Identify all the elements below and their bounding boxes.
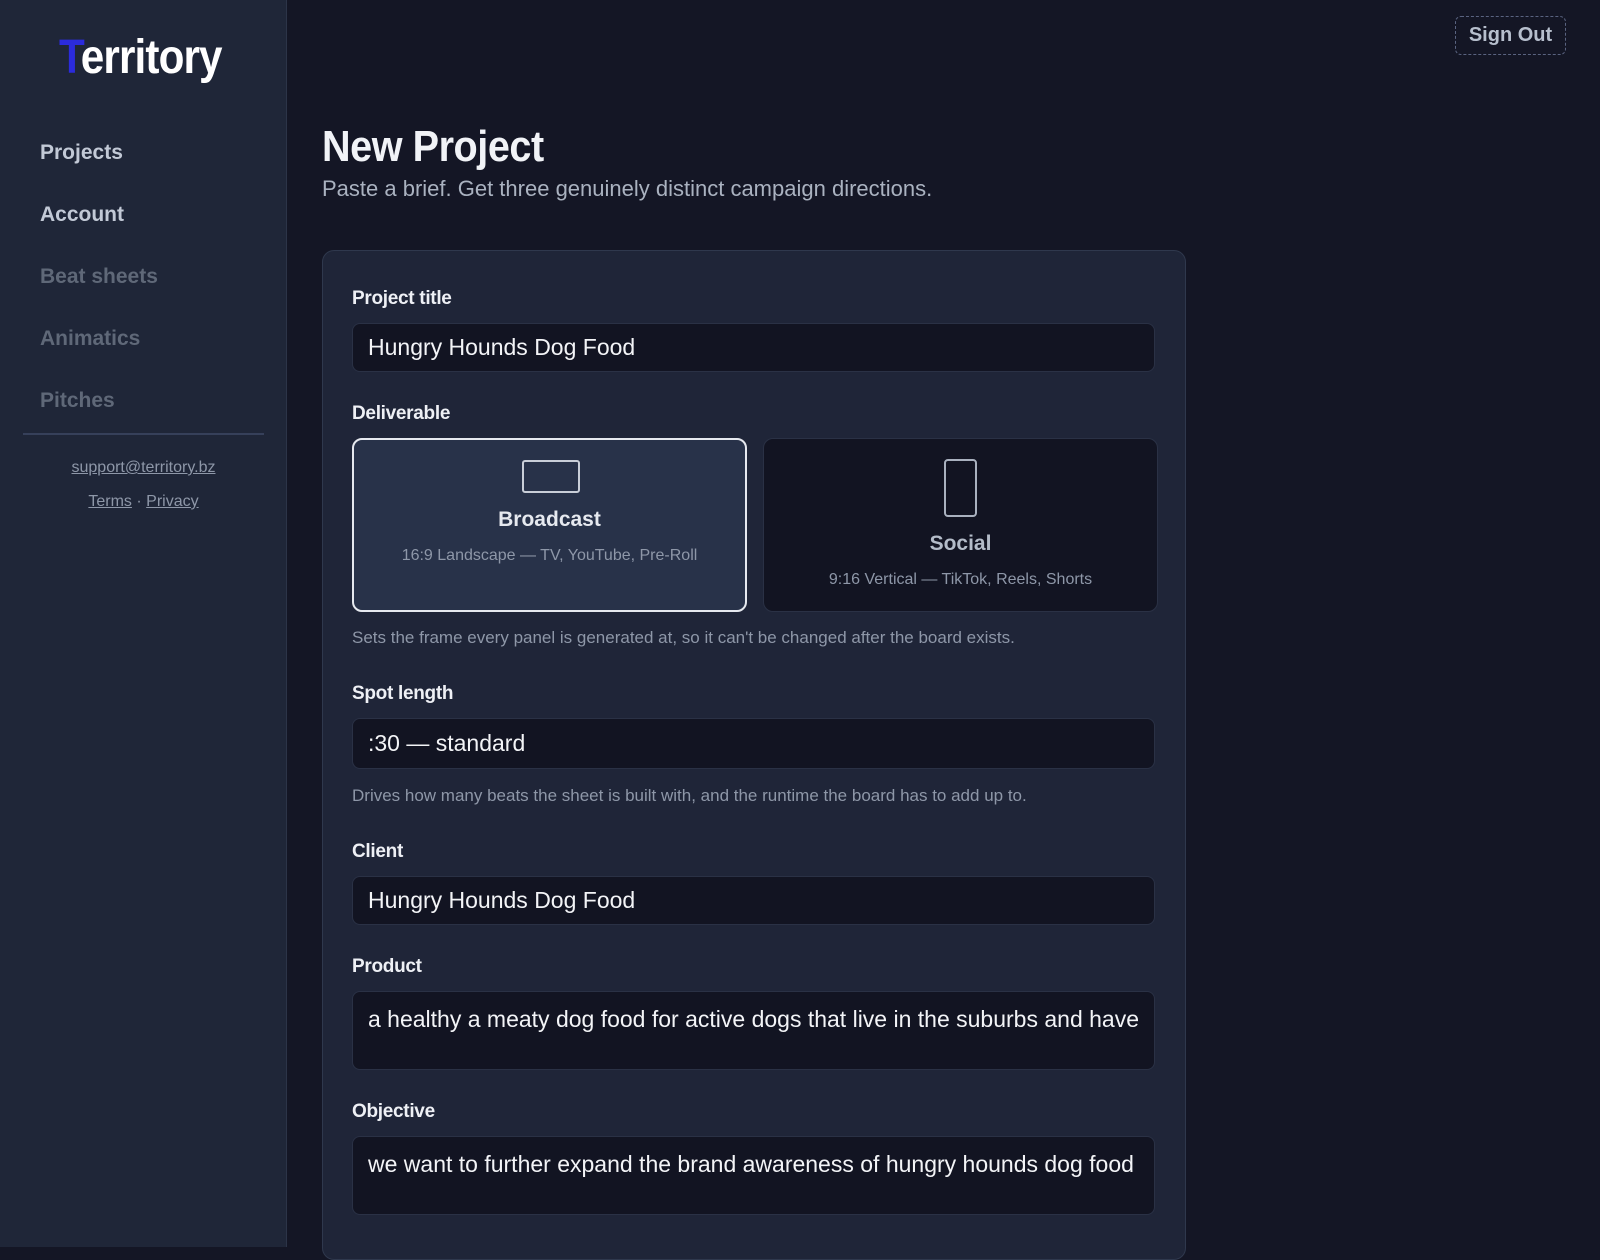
sidebar-item-pitches: Pitches bbox=[40, 389, 115, 412]
page-title: New Project bbox=[322, 122, 544, 171]
project-title-label: Project title bbox=[352, 288, 452, 309]
legal-links: Terms · Privacy bbox=[0, 493, 287, 511]
privacy-link[interactable]: Privacy bbox=[146, 493, 198, 510]
legal-separator: · bbox=[136, 493, 142, 510]
sidebar-item-beat-sheets: Beat sheets bbox=[40, 265, 158, 288]
spot-length-select[interactable]: :30 — standard bbox=[352, 718, 1155, 769]
sidebar-item-animatics: Animatics bbox=[40, 327, 141, 350]
option-title: Social bbox=[929, 532, 992, 555]
project-title-input[interactable]: Hungry Hounds Dog Food bbox=[352, 323, 1155, 372]
sidebar-item-account[interactable]: Account bbox=[40, 197, 158, 259]
page-subtitle: Paste a brief. Get three genuinely disti… bbox=[322, 176, 933, 201]
sidebar-divider bbox=[23, 433, 264, 435]
objective-textarea[interactable]: we want to further expand the brand awar… bbox=[352, 1136, 1155, 1215]
product-label: Product bbox=[352, 956, 422, 977]
deliverable-hint: Sets the frame every panel is generated … bbox=[352, 628, 1015, 647]
logo-rest: erritory bbox=[80, 31, 223, 84]
sign-out-button[interactable]: Sign Out bbox=[1455, 16, 1566, 55]
terms-link[interactable]: Terms bbox=[88, 493, 132, 510]
deliverable-option-social[interactable]: Social 9:16 Vertical — TikTok, Reels, Sh… bbox=[763, 438, 1158, 612]
objective-label: Objective bbox=[352, 1101, 435, 1122]
sidebar-item-projects[interactable]: Projects bbox=[40, 135, 158, 197]
client-label: Client bbox=[352, 841, 403, 862]
product-textarea[interactable]: a healthy a meaty dog food for active do… bbox=[352, 991, 1155, 1070]
client-input[interactable]: Hungry Hounds Dog Food bbox=[352, 876, 1155, 925]
spot-length-label: Spot length bbox=[352, 683, 454, 704]
deliverable-label: Deliverable bbox=[352, 403, 451, 424]
sidebar: Territory Projects Account Beat sheets A… bbox=[0, 0, 287, 1247]
spot-length-hint: Drives how many beats the sheet is built… bbox=[352, 786, 1027, 805]
logo-first-letter: T bbox=[59, 31, 82, 84]
option-description: 9:16 Vertical — TikTok, Reels, Shorts bbox=[828, 571, 1093, 588]
option-title: Broadcast bbox=[498, 508, 601, 531]
landscape-frame-icon bbox=[522, 460, 580, 493]
support-email-link[interactable]: support@territory.bz bbox=[0, 459, 287, 477]
logo[interactable]: Territory bbox=[59, 30, 223, 85]
option-description: 16:9 Landscape — TV, YouTube, Pre-Roll bbox=[401, 547, 698, 564]
deliverable-option-broadcast[interactable]: Broadcast 16:9 Landscape — TV, YouTube, … bbox=[352, 438, 747, 612]
portrait-frame-icon bbox=[944, 459, 977, 517]
new-project-form: Project title Hungry Hounds Dog Food Del… bbox=[322, 250, 1186, 1260]
sidebar-nav: Projects Account Beat sheets Animatics P… bbox=[40, 135, 158, 445]
